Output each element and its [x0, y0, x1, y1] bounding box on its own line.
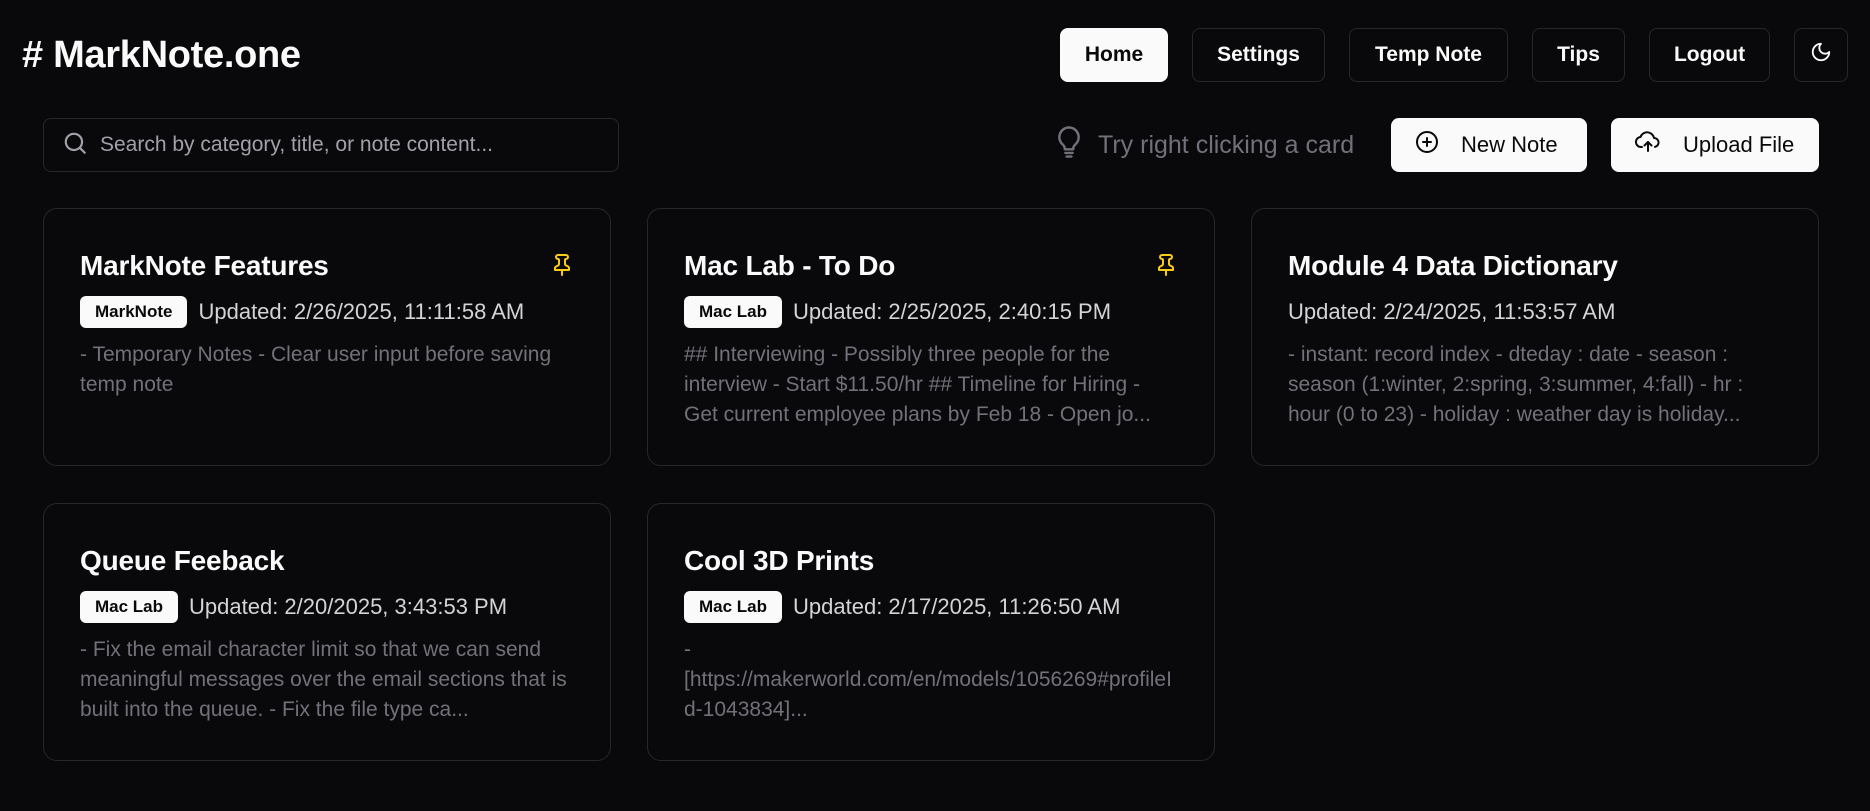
moon-icon	[1810, 41, 1832, 69]
note-preview: - [https://makerworld.com/en/models/1056…	[684, 638, 1172, 721]
nav-temp-note-button[interactable]: Temp Note	[1349, 28, 1508, 82]
search-box	[43, 118, 619, 172]
updated-timestamp: Updated: 2/24/2025, 11:53:57 AM	[1288, 299, 1616, 324]
lightbulb-icon	[1054, 125, 1084, 166]
note-preview: - instant: record index - dteday : date …	[1288, 343, 1744, 426]
note-card[interactable]: Module 4 Data Dictionary Updated: 2/24/2…	[1251, 208, 1819, 466]
note-title: Cool 3D Prints	[684, 545, 875, 576]
pin-icon[interactable]	[1154, 253, 1178, 277]
upload-file-button[interactable]: Upload File	[1611, 118, 1819, 172]
note-meta: Mac Lab Updated: 2/17/2025, 11:26:50 AM	[684, 591, 1178, 623]
note-title: MarkNote Features	[80, 250, 329, 281]
note-card[interactable]: Mac Lab - To Do Mac Lab Updated: 2/25/20…	[647, 208, 1215, 466]
nav-settings-button[interactable]: Settings	[1192, 28, 1325, 82]
nav-tips-button[interactable]: Tips	[1532, 28, 1625, 82]
category-badge: MarkNote	[80, 296, 188, 328]
note-preview: ## Interviewing - Possibly three people …	[684, 343, 1151, 426]
note-title: Module 4 Data Dictionary	[1288, 250, 1618, 281]
note-card[interactable]: MarkNote Features MarkNote Updated: 2/26…	[43, 208, 611, 466]
nav-home-button[interactable]: Home	[1060, 28, 1168, 82]
app-logo[interactable]: # MarkNote.one	[22, 32, 301, 78]
tip-text: Try right clicking a card	[1098, 130, 1355, 159]
search-input[interactable]	[100, 133, 580, 157]
nav-logout-button[interactable]: Logout	[1649, 28, 1770, 82]
updated-timestamp: Updated: 2/26/2025, 11:11:58 AM	[198, 299, 525, 324]
updated-timestamp: Updated: 2/17/2025, 11:26:50 AM	[793, 594, 1121, 619]
search-icon	[62, 130, 88, 161]
plus-circle-icon	[1415, 130, 1439, 160]
updated-timestamp: Updated: 2/20/2025, 3:43:53 PM	[189, 594, 508, 619]
note-title: Queue Feeback	[80, 545, 285, 576]
note-meta: MarkNote Updated: 2/26/2025, 11:11:58 AM	[80, 296, 574, 328]
new-note-button[interactable]: New Note	[1391, 118, 1587, 172]
note-preview: - Fix the email character limit so that …	[80, 638, 567, 721]
note-card[interactable]: Queue Feeback Mac Lab Updated: 2/20/2025…	[43, 503, 611, 761]
tip-hint: Try right clicking a card	[1054, 124, 1354, 166]
category-badge: Mac Lab	[684, 296, 783, 328]
note-meta: Mac Lab Updated: 2/20/2025, 3:43:53 PM	[80, 591, 574, 623]
category-badge: Mac Lab	[80, 591, 179, 623]
note-meta: Updated: 2/24/2025, 11:53:57 AM	[1288, 296, 1782, 328]
upload-file-label: Upload File	[1683, 132, 1795, 157]
cloud-upload-icon	[1634, 130, 1661, 160]
category-badge: Mac Lab	[684, 591, 783, 623]
new-note-label: New Note	[1461, 132, 1558, 157]
top-nav: Home Settings Temp Note Tips Logout	[1060, 28, 1848, 82]
note-title: Mac Lab - To Do	[684, 250, 896, 281]
theme-toggle-button[interactable]	[1794, 28, 1848, 82]
note-card[interactable]: Cool 3D Prints Mac Lab Updated: 2/17/202…	[647, 503, 1215, 761]
updated-timestamp: Updated: 2/25/2025, 2:40:15 PM	[793, 299, 1112, 324]
pin-icon[interactable]	[550, 253, 574, 277]
app-root: # MarkNote.one Home Settings Temp Note T…	[0, 0, 1870, 811]
note-preview: - Temporary Notes - Clear user input bef…	[80, 343, 552, 396]
note-meta: Mac Lab Updated: 2/25/2025, 2:40:15 PM	[684, 296, 1178, 328]
